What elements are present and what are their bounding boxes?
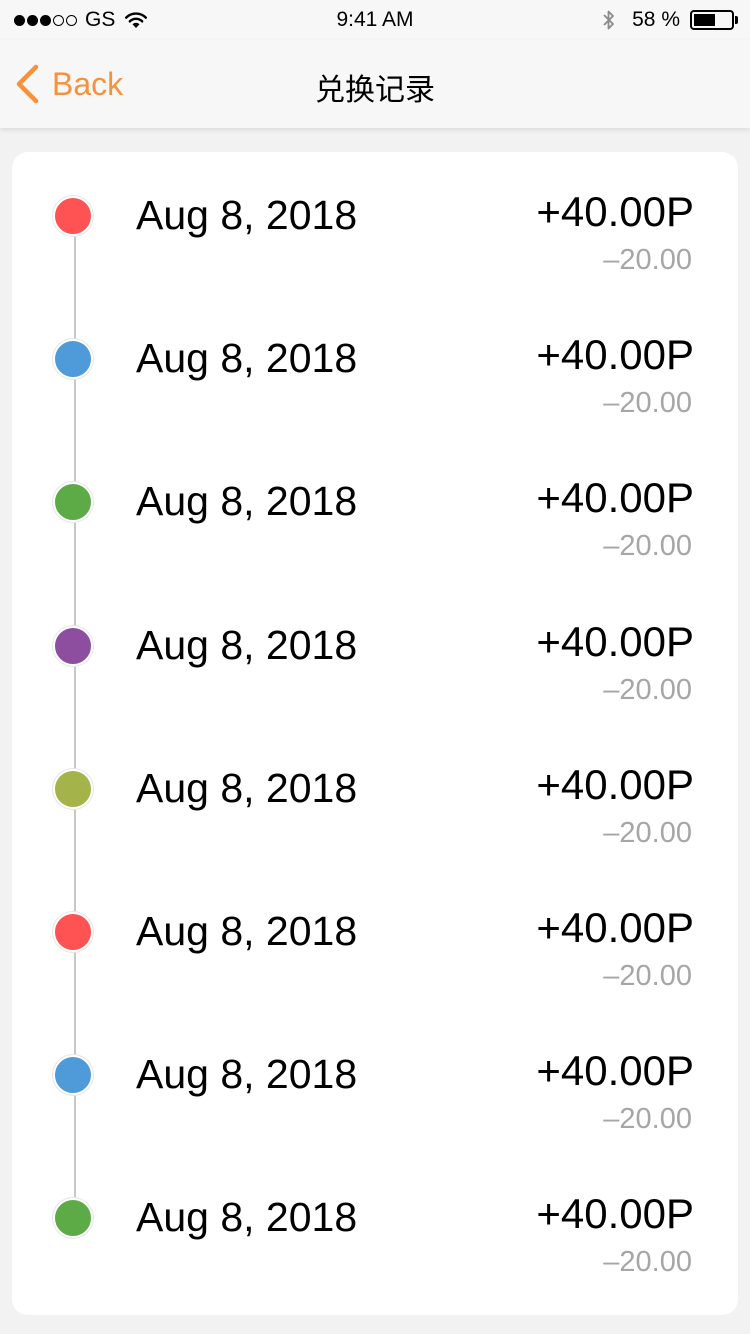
record-amount: +40.00P bbox=[536, 188, 694, 235]
battery-fill bbox=[694, 14, 715, 26]
timeline-dot-icon bbox=[53, 625, 93, 666]
list-item[interactable]: Aug 8, 2018 +40.00P –20.00 bbox=[12, 188, 738, 316]
list-item[interactable]: Aug 8, 2018 +40.00P –20.00 bbox=[12, 474, 738, 602]
record-amount: +40.00P bbox=[536, 474, 694, 522]
record-amount: +40.00P bbox=[536, 904, 694, 951]
record-delta: –20.00 bbox=[603, 673, 692, 706]
timeline-dot-icon bbox=[53, 196, 93, 236]
record-delta: –20.00 bbox=[603, 530, 692, 563]
record-delta: –20.00 bbox=[603, 387, 692, 420]
bluetooth-icon bbox=[603, 10, 615, 30]
record-delta: –20.00 bbox=[603, 1246, 692, 1279]
record-amount: +40.00P bbox=[536, 1190, 694, 1238]
record-date: Aug 8, 2018 bbox=[136, 192, 358, 238]
record-date: Aug 8, 2018 bbox=[136, 478, 358, 525]
page-title: 兑换记录 bbox=[315, 74, 435, 107]
battery-cap bbox=[735, 16, 738, 24]
record-amount: +40.00P bbox=[536, 331, 694, 379]
status-bar: GS 9:41 AM 58 % bbox=[0, 0, 750, 40]
battery-percent: 58 % bbox=[632, 8, 680, 31]
record-amount: +40.00P bbox=[536, 617, 694, 665]
record-date: Aug 8, 2018 bbox=[136, 621, 358, 668]
record-amount: +40.00P bbox=[536, 760, 694, 808]
timeline-dot-icon bbox=[53, 1198, 93, 1239]
list-item[interactable]: Aug 8, 2018 +40.00P –20.00 bbox=[12, 904, 738, 1032]
record-delta: –20.00 bbox=[603, 960, 692, 992]
navigation-bar: Back 兑换记录 bbox=[0, 40, 750, 128]
timeline-dot-icon bbox=[53, 339, 93, 380]
timeline-dot-icon bbox=[53, 1055, 93, 1096]
timeline-dot-icon bbox=[53, 482, 93, 523]
record-date: Aug 8, 2018 bbox=[136, 1051, 358, 1098]
list-item[interactable]: Aug 8, 2018 +40.00P –20.00 bbox=[12, 1047, 738, 1175]
list-item[interactable]: Aug 8, 2018 +40.00P –20.00 bbox=[12, 618, 738, 746]
record-date: Aug 8, 2018 bbox=[136, 908, 358, 954]
record-delta: –20.00 bbox=[603, 816, 692, 849]
record-date: Aug 8, 2018 bbox=[136, 764, 358, 811]
record-amount: +40.00P bbox=[536, 1047, 694, 1095]
records-card: Aug 8, 2018 +40.00P –20.00 Aug 8, 2018 +40.0… bbox=[12, 152, 738, 1315]
status-right: 58 % bbox=[602, 8, 738, 32]
timeline-dot-icon bbox=[53, 768, 93, 809]
record-date: Aug 8, 2018 bbox=[136, 1194, 358, 1241]
record-delta: –20.00 bbox=[603, 1103, 692, 1136]
list-item[interactable]: Aug 8, 2018 +40.00P –20.00 bbox=[12, 761, 738, 889]
record-delta: –20.00 bbox=[603, 244, 692, 276]
timeline-dot-icon bbox=[53, 912, 93, 952]
battery-icon bbox=[690, 10, 734, 30]
list-item[interactable]: Aug 8, 2018 +40.00P –20.00 bbox=[12, 331, 738, 459]
list-item[interactable]: Aug 8, 2018 +40.00P –20.00 bbox=[12, 1190, 738, 1318]
record-date: Aug 8, 2018 bbox=[136, 335, 358, 382]
